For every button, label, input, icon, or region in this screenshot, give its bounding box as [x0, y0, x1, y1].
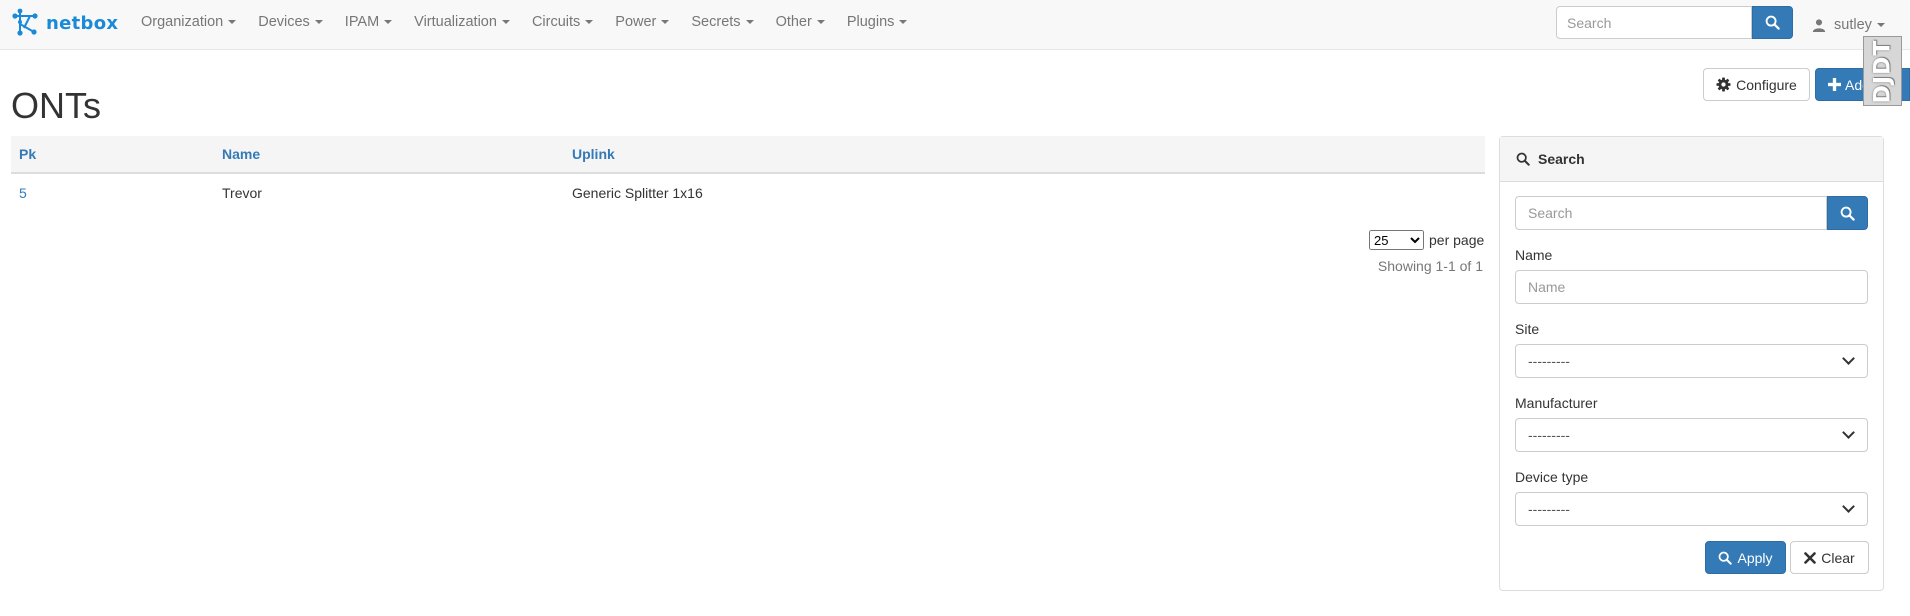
gear-icon [1716, 77, 1731, 92]
apply-button[interactable]: Apply [1705, 541, 1786, 574]
nav-plugins[interactable]: Plugins [836, 0, 919, 50]
manufacturer-select[interactable]: --------- [1515, 418, 1868, 452]
search-icon [1719, 551, 1733, 565]
search-icon [1516, 152, 1530, 166]
chevron-down-icon [1842, 500, 1855, 513]
page-title: ONTs [11, 85, 101, 126]
caret-down-icon [384, 20, 393, 25]
search-panel-title: Search [1538, 151, 1585, 167]
global-search-input[interactable] [1556, 6, 1752, 39]
table-header-row: Pk Name Uplink [11, 136, 1485, 174]
device-type-select-value: --------- [1528, 501, 1570, 517]
netbox-logo-icon [12, 8, 38, 36]
caret-down-icon [314, 20, 323, 25]
site-select-value: --------- [1528, 353, 1570, 369]
nav-item-label: Devices [258, 14, 310, 30]
search-panel-heading: Search [1500, 137, 1883, 182]
cell-pk: 5 [11, 173, 214, 212]
manufacturer-field-label: Manufacturer [1515, 395, 1598, 411]
name-filter-input[interactable] [1515, 270, 1868, 304]
nav-circuits[interactable]: Circuits [521, 0, 604, 50]
top-navbar: netbox Organization Devices IPAM Virtual… [0, 0, 1910, 50]
chevron-down-icon [1842, 426, 1855, 439]
caret-down-icon [816, 20, 825, 25]
close-icon [1804, 551, 1817, 564]
caret-down-icon [1876, 23, 1885, 27]
user-icon [1812, 19, 1826, 32]
caret-down-icon [745, 20, 754, 25]
main-nav: Organization Devices IPAM Virtualization… [130, 0, 918, 50]
cell-uplink: Generic Splitter 1x16 [572, 185, 703, 201]
nav-item-label: Other [775, 14, 812, 30]
nav-item-label: Organization [141, 14, 224, 30]
column-header-pk[interactable]: Pk [11, 136, 214, 174]
nav-secrets[interactable]: Secrets [680, 0, 764, 50]
onts-table: Pk Name Uplink 5 Trevor Generic Splitter… [11, 136, 1485, 212]
search-panel: Search Name Site --------- Manufacturer … [1499, 136, 1884, 591]
apply-label: Apply [1737, 549, 1773, 566]
debug-toolbar-label: DJDT [1870, 39, 1895, 103]
search-icon [1840, 206, 1855, 221]
nav-item-label: Virtualization [414, 14, 497, 30]
device-type-select[interactable]: --------- [1515, 492, 1868, 526]
pk-link[interactable]: 5 [19, 185, 27, 201]
global-search-button[interactable] [1752, 6, 1793, 39]
chevron-down-icon [1842, 352, 1855, 365]
search-icon [1765, 15, 1780, 30]
plus-icon [1828, 78, 1841, 91]
brand-logo[interactable]: netbox [10, 8, 118, 38]
per-page-select[interactable]: 25 [1369, 230, 1424, 250]
configure-button[interactable]: Configure [1703, 68, 1810, 101]
clear-label: Clear [1821, 549, 1855, 566]
nav-ipam[interactable]: IPAM [334, 0, 403, 50]
configure-label: Configure [1736, 76, 1797, 93]
manufacturer-select-value: --------- [1528, 427, 1570, 443]
clear-button[interactable]: Clear [1790, 541, 1869, 574]
nav-item-label: Plugins [846, 14, 895, 30]
nav-item-label: Circuits [531, 14, 581, 30]
nav-item-label: Secrets [691, 14, 741, 30]
site-select[interactable]: --------- [1515, 344, 1868, 378]
caret-down-icon [661, 20, 670, 25]
nav-item-label: IPAM [344, 14, 380, 30]
nav-virtualization[interactable]: Virtualization [403, 0, 521, 50]
nav-power[interactable]: Power [604, 0, 680, 50]
filter-search-input[interactable] [1515, 196, 1827, 230]
brand-text: netbox [46, 12, 119, 34]
showing-count: Showing 1-1 of 1 [1377, 258, 1483, 274]
site-field-label: Site [1515, 321, 1540, 337]
table-row: 5 Trevor Generic Splitter 1x16 [11, 173, 1485, 212]
caret-down-icon [899, 20, 908, 25]
per-page-label: per page [1429, 232, 1485, 248]
nav-devices[interactable]: Devices [247, 0, 334, 50]
filter-search-button[interactable] [1827, 196, 1868, 230]
nav-organization[interactable]: Organization [130, 0, 247, 50]
device-type-field-label: Device type [1515, 469, 1589, 485]
caret-down-icon [585, 20, 594, 25]
nav-item-label: Power [615, 14, 657, 30]
column-header-name[interactable]: Name [214, 136, 564, 174]
caret-down-icon [501, 20, 510, 25]
name-field-label: Name [1515, 247, 1553, 263]
debug-toolbar-handle[interactable]: DJDT [1863, 36, 1902, 106]
column-header-uplink[interactable]: Uplink [564, 136, 1485, 174]
nav-other[interactable]: Other [765, 0, 836, 50]
per-page-control: 25 per page [1369, 230, 1484, 250]
caret-down-icon [228, 20, 237, 25]
cell-name: Trevor [222, 185, 262, 201]
